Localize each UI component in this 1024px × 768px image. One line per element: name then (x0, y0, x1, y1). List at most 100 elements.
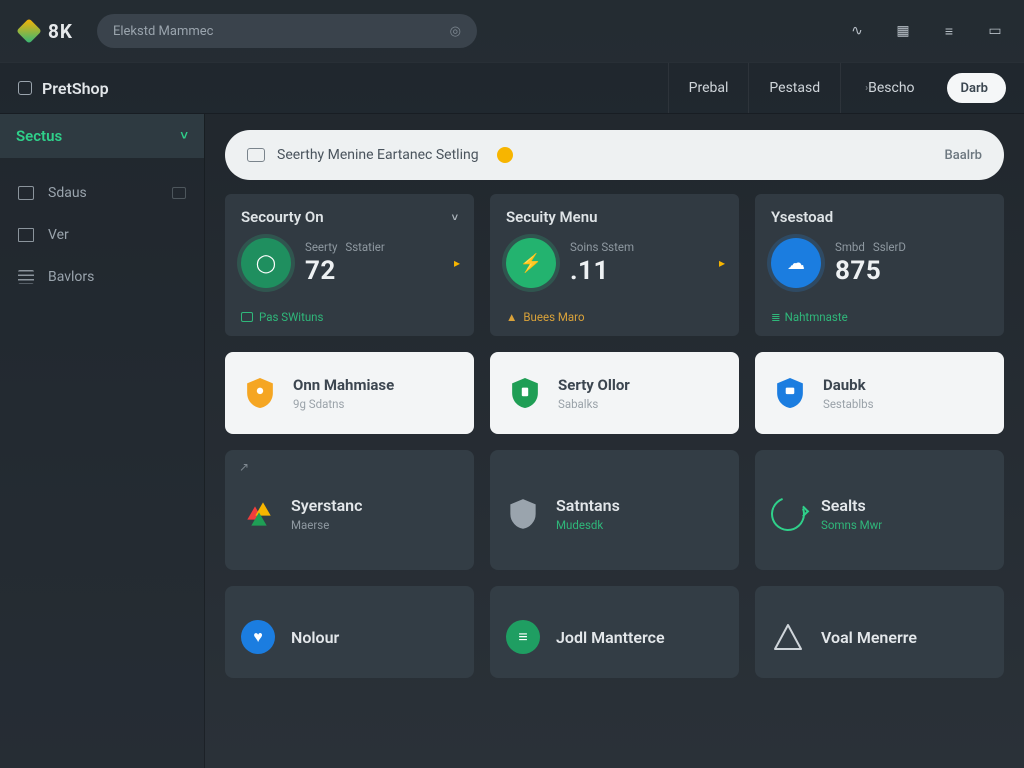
gcard-title: Satntans (556, 496, 620, 515)
sidebar-item-bavlors[interactable]: Bavlors (0, 256, 204, 298)
arrow-right-icon: ▸ (719, 256, 725, 270)
card-icon[interactable]: ▭ (986, 22, 1004, 40)
bars-icon: ≣ (771, 310, 779, 324)
stat-card-ysestoad[interactable]: Ysestoad ☁ SmbdSslerD 875 ≣Nahtmnaste (755, 194, 1004, 336)
stat-sub: Seerty (305, 240, 337, 254)
stats-row: Secourty On ˅ ◯ Seerty Sstatier 72 ▸ Pas S… (225, 194, 1004, 336)
tab-bescho[interactable]: ›Bescho (840, 63, 934, 113)
stat-title: Secuity Menu (506, 208, 597, 226)
cloud-circle-icon: ☁ (771, 238, 821, 288)
tile-sub: Sabalks (558, 397, 630, 411)
stat-card-security-menu[interactable]: Secuity Menu ⚡ Soins Sstem .11 ▸ ▲ Buees … (490, 194, 739, 336)
square-icon (18, 228, 34, 242)
app-title-icon (18, 81, 32, 95)
gcard-sub: Mudesdk (556, 518, 620, 532)
search-placeholder: Elekstd Mammec (113, 24, 213, 39)
gcard-voal[interactable]: Voal Menerre (755, 586, 1004, 678)
triangle-multi-icon (241, 497, 275, 531)
stat-foot: Nahtmnaste (785, 310, 848, 324)
grid-icon[interactable]: ▦ (894, 22, 912, 40)
heart-circle-icon: ♥ (241, 620, 275, 654)
tile-daubk[interactable]: DaubkSestablbs (755, 352, 1004, 434)
list-icon (18, 270, 34, 284)
stat-sub: Smbd (835, 240, 865, 254)
tab-prebal[interactable]: Prebal (668, 63, 749, 113)
stat-title: Secourty On (241, 208, 324, 226)
app-title: PretShop (42, 79, 109, 98)
gcard-syerstanc[interactable]: ↗ Syerstanc Maerse (225, 450, 474, 570)
brand-logo: 8K (20, 20, 73, 43)
notice-text: Seerthy Menine Eartanec Setling (277, 147, 479, 163)
chevron-down-icon: ˅ (180, 128, 188, 144)
topbar-icons: ∿ ▦ ≡ ▭ (848, 22, 1004, 40)
stat-card-security-on[interactable]: Secourty On ˅ ◯ Seerty Sstatier 72 ▸ Pas S… (225, 194, 474, 336)
gcard-nolour[interactable]: ♥ Nolour (225, 586, 474, 678)
menu-icon[interactable]: ≡ (940, 22, 958, 40)
gcard-sub: Maerse (291, 518, 362, 532)
tile-title: Daubk (823, 376, 874, 394)
grid-row-2: ♥ Nolour ≡ Jodl Mantterce Voal Menerre (225, 586, 1004, 678)
layout: Sectus ˅ Sdaus Ver Bavlors Seerthy Menin… (0, 114, 1024, 768)
appbar-action-button[interactable]: Darb (947, 73, 1006, 103)
ring-progress-icon (771, 497, 805, 531)
bolt-circle-icon: ⚡ (506, 238, 556, 288)
tile-title: Onn Mahmiase (293, 376, 394, 394)
topbar: 8K Elekstd Mammec ◎ ∿ ▦ ≡ ▭ (0, 0, 1024, 62)
gcard-title: Syerstanc (291, 496, 362, 515)
main: Seerthy Menine Eartanec Setling Baalrb S… (205, 114, 1024, 768)
appbar-tabs: Prebal Pestasd ›Bescho (668, 63, 935, 113)
tile-sub: 9g Sdatns (293, 397, 394, 411)
shield-green-icon (508, 374, 542, 412)
gcard-jodl[interactable]: ≡ Jodl Mantterce (490, 586, 739, 678)
tile-row: Onn Mahmiase 9g Sdatns Serty Ollor Sabalks… (225, 352, 1004, 434)
app-title-wrap: PretShop (18, 79, 109, 98)
sidebar-item-sdaus[interactable]: Sdaus (0, 172, 204, 214)
stat-value: 875 (835, 256, 906, 286)
tile-serty-ollor[interactable]: Serty Ollor Sabalks (490, 352, 739, 434)
gcard-sealts[interactable]: SealtsSomns Mwr (755, 450, 1004, 570)
sidebar-item-label: Sdaus (48, 185, 87, 201)
tile-onn-mahmiase[interactable]: Onn Mahmiase 9g Sdatns (225, 352, 474, 434)
grid-row-1: ↗ Syerstanc Maerse Satntans Mudesdk (225, 450, 1004, 570)
gcard-title: Voal Menerre (821, 628, 917, 647)
corner-icon: ↗ (239, 460, 249, 474)
sidebar-item-label: Ver (48, 227, 69, 243)
arrow-right-icon: ▸ (454, 256, 460, 270)
foot-icon (241, 312, 253, 322)
caret-icon: › (865, 83, 868, 94)
sidebar-item-ver[interactable]: Ver (0, 214, 204, 256)
stat-foot: Buees Maro (523, 310, 584, 324)
stat-foot: Pas SWituns (259, 310, 323, 324)
search-input[interactable]: Elekstd Mammec ◎ (97, 14, 477, 48)
notice-icon (247, 148, 265, 162)
chevron-down-icon: ˅ (452, 211, 458, 224)
search-end-icon: ◎ (450, 24, 461, 39)
trail-icon (172, 187, 186, 199)
shield-circle-icon: ◯ (241, 238, 291, 288)
brand-text: 8K (48, 20, 73, 43)
activity-icon[interactable]: ∿ (848, 22, 866, 40)
stat-sub: Soins Sstem (570, 240, 634, 254)
stat-value: 72 (305, 256, 385, 286)
shield-blue-icon (773, 374, 807, 412)
sidebar-active-label: Sectus (16, 127, 62, 145)
bars-circle-icon: ≡ (506, 620, 540, 654)
stat-sub: Sstatier (345, 240, 384, 254)
sidebar-active-item[interactable]: Sectus ˅ (0, 114, 204, 158)
gcard-title: Nolour (291, 628, 339, 647)
shield-amber-icon (243, 374, 277, 412)
flame-icon: ▲ (506, 310, 517, 324)
triangle-outline-icon (771, 620, 805, 654)
stat-sub: SslerD (873, 240, 906, 254)
sidebar-item-label: Bavlors (48, 269, 94, 285)
tile-title: Serty Ollor (558, 376, 630, 394)
notice-right-label: Baalrb (945, 148, 982, 163)
gcard-satntans[interactable]: Satntans Mudesdk (490, 450, 739, 570)
notice-dot-icon (497, 147, 513, 163)
notice-banner[interactable]: Seerthy Menine Eartanec Setling Baalrb (225, 130, 1004, 180)
card-icon (18, 186, 34, 200)
stat-value: .11 (570, 256, 634, 286)
tab-pestasd[interactable]: Pestasd (748, 63, 840, 113)
gcard-title: Jodl Mantterce (556, 628, 665, 647)
appbar: PretShop Prebal Pestasd ›Bescho Darb (0, 62, 1024, 114)
